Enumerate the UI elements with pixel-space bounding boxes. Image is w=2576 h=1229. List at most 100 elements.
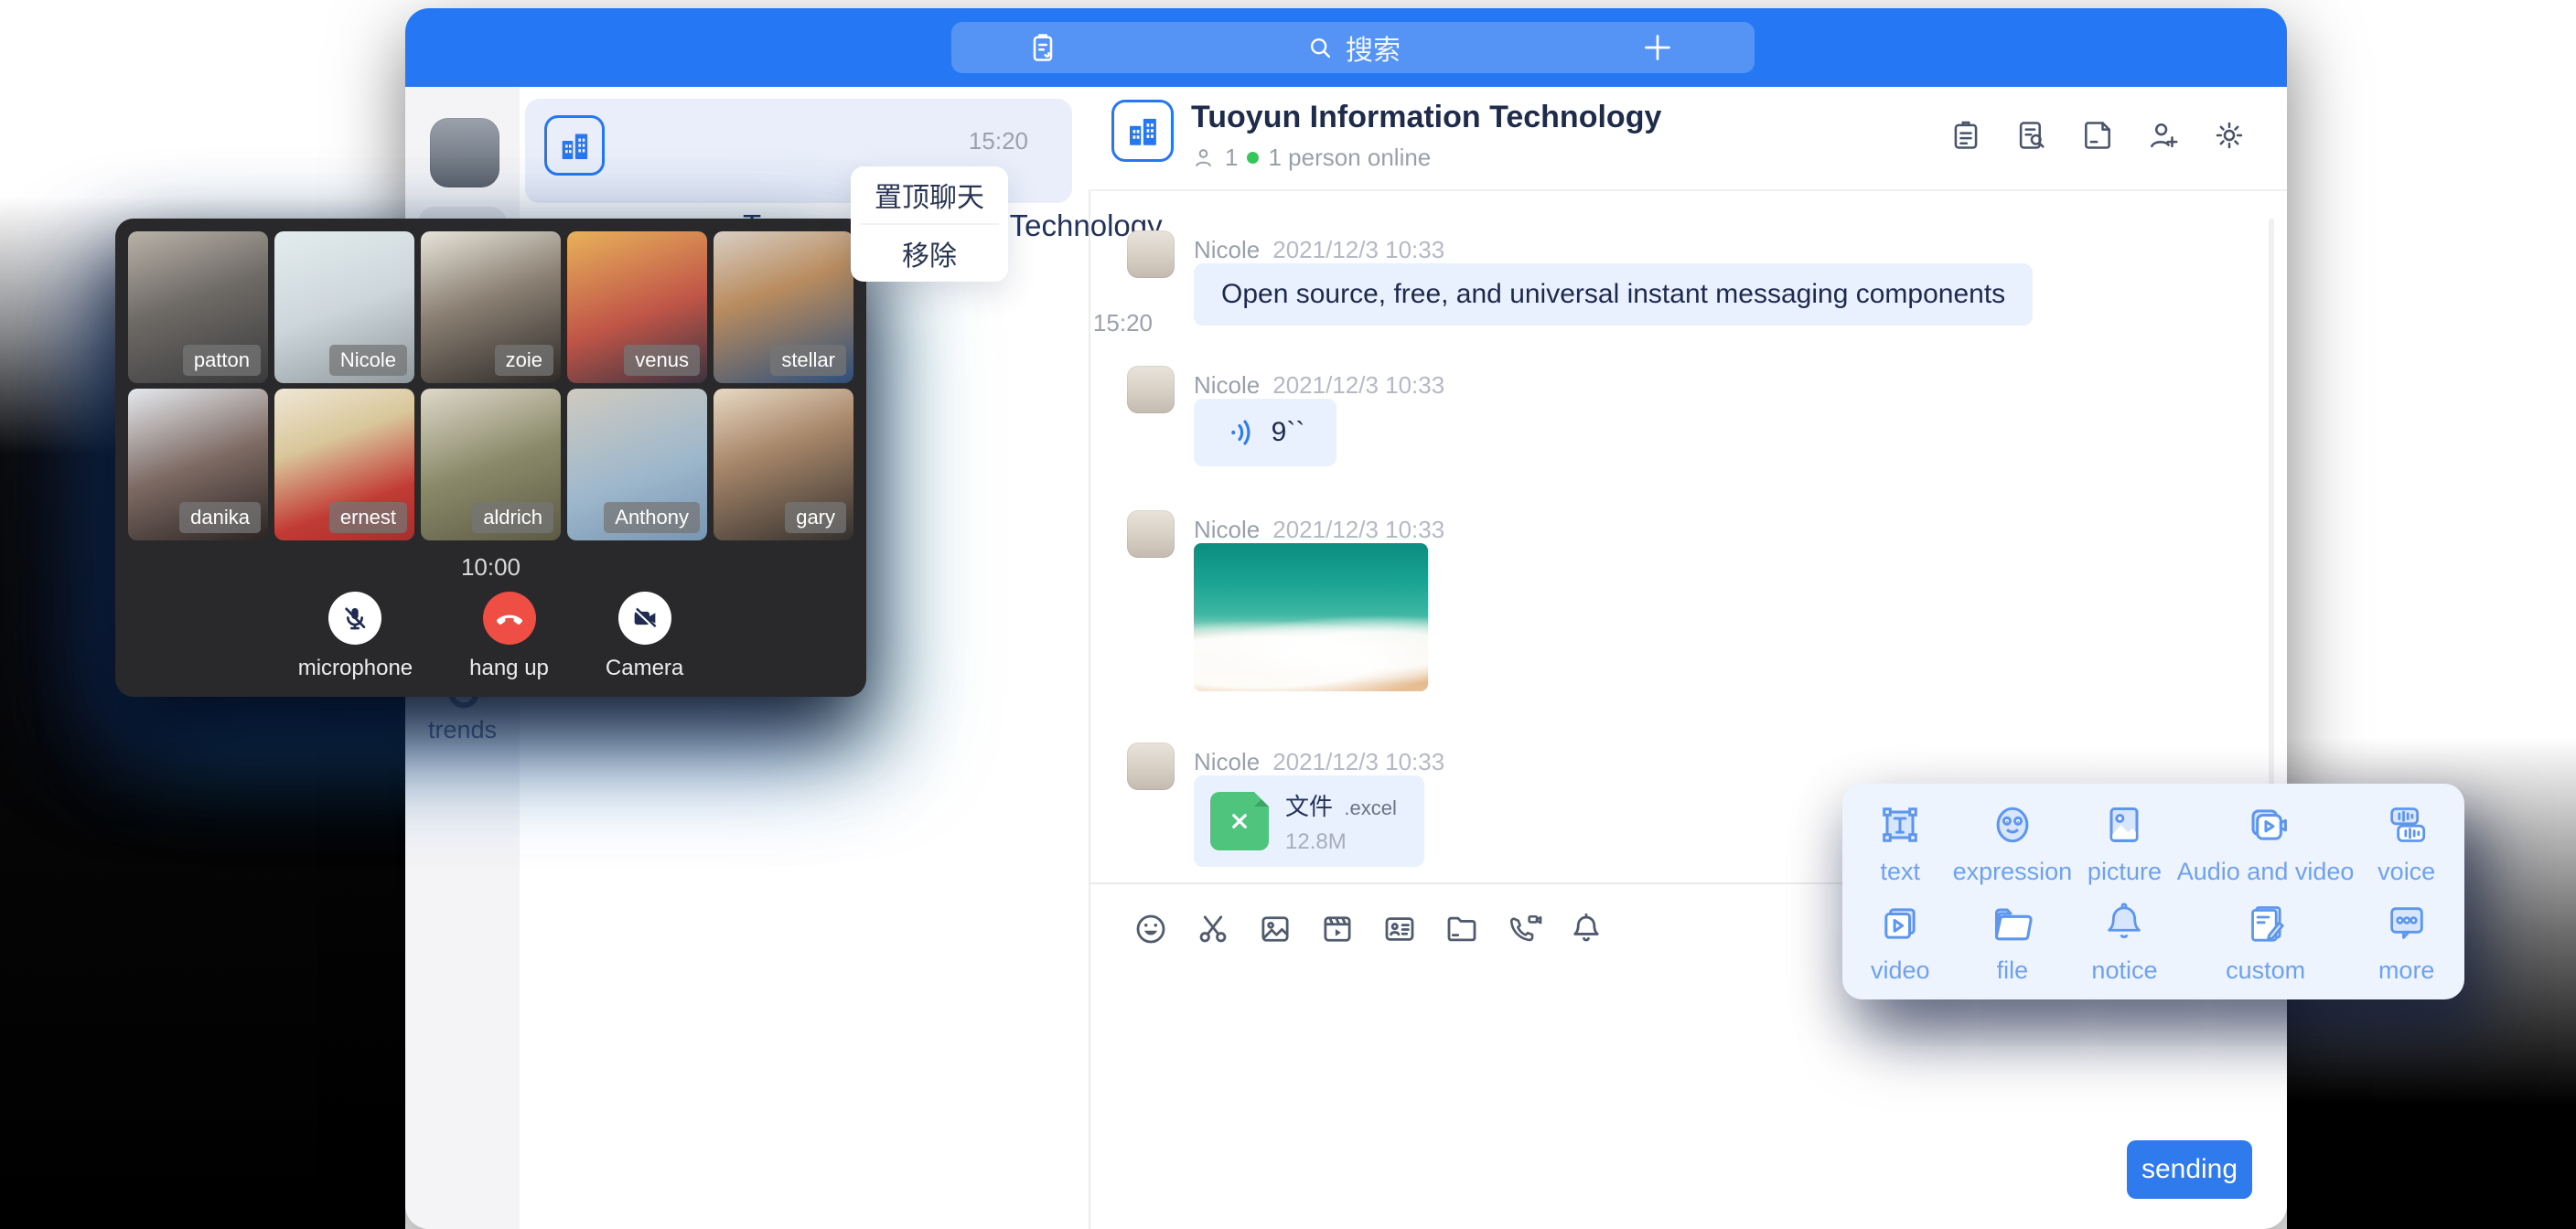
feature-voice[interactable]: voice xyxy=(2354,793,2459,892)
menu-item-pin-chat[interactable]: 置顶聊天 xyxy=(851,166,1008,223)
video-clapper-icon[interactable] xyxy=(1318,910,1357,948)
conversation-context-menu: 置顶聊天 移除 xyxy=(851,166,1008,282)
member-count: 1 xyxy=(1225,144,1238,172)
members-icon xyxy=(1191,145,1216,170)
voice-duration: 9`` xyxy=(1272,417,1305,448)
top-bar: 搜索 xyxy=(405,8,2287,87)
participant-name: Anthony xyxy=(604,502,700,533)
video-call-panel: patton Nicole zoie venus stellar danika … xyxy=(115,219,866,697)
bell-blue-icon xyxy=(2098,898,2150,949)
add-icon[interactable] xyxy=(1639,29,1676,66)
file-message-card[interactable]: 文件 .excel 12.8M xyxy=(1194,775,1424,867)
chat-header-actions xyxy=(1948,118,2247,153)
sender-avatar[interactable] xyxy=(1127,510,1175,558)
sender-name: Nicole xyxy=(1194,516,1260,543)
composer-toolbar xyxy=(1132,910,1605,948)
message-timestamp: 2021/12/3 10:33 xyxy=(1272,236,1444,263)
chat-meta: 1 1 person online xyxy=(1191,144,1431,172)
sidebar-item-trends-label[interactable]: trends xyxy=(405,716,520,744)
group-notice-icon[interactable] xyxy=(1948,118,1983,153)
search-icon xyxy=(1305,33,1335,62)
picture-icon[interactable] xyxy=(1256,910,1294,948)
feature-expression[interactable]: expression xyxy=(1953,793,2073,892)
settings-gear-icon[interactable] xyxy=(2212,118,2247,153)
video-play-icon xyxy=(1874,898,1926,949)
send-button[interactable]: sending xyxy=(2127,1140,2252,1199)
participant-tile: danika xyxy=(128,389,268,540)
image-message-thumbnail[interactable] xyxy=(1194,543,1428,691)
conversation-time: 15:20 xyxy=(969,127,1028,155)
participant-tile: aldrich xyxy=(421,389,561,540)
participant-tile: stellar xyxy=(714,231,853,383)
online-dot xyxy=(1247,152,1259,164)
notice-bell-icon[interactable] xyxy=(1567,910,1605,948)
feature-audio-video[interactable]: Audio and video xyxy=(2177,793,2355,892)
participant-tile: Anthony xyxy=(567,389,707,540)
chat-title: Tuoyun Information Technology xyxy=(1191,100,1661,135)
messages-scrollbar[interactable] xyxy=(2269,219,2274,859)
sender-avatar[interactable] xyxy=(1127,366,1175,413)
camera-off-button[interactable] xyxy=(618,592,671,645)
page: 搜索 trends xyxy=(0,0,2576,1229)
voice-bubbles-icon xyxy=(2381,799,2432,850)
page-background-right xyxy=(2287,0,2576,1229)
file-size: 12.8M xyxy=(1285,829,1397,855)
sender-avatar[interactable] xyxy=(1127,743,1175,790)
participant-name: venus xyxy=(624,345,700,376)
feature-notice[interactable]: notice xyxy=(2072,892,2177,990)
sender-name: Nicole xyxy=(1194,236,1260,263)
participant-name: gary xyxy=(785,502,846,533)
contact-card-icon[interactable] xyxy=(1380,910,1419,948)
participant-name: aldrich xyxy=(472,502,553,533)
feature-video[interactable]: video xyxy=(1848,892,1953,990)
emoji-icon[interactable] xyxy=(1132,910,1170,948)
participant-name: zoie xyxy=(495,345,553,376)
participant-name: ernest xyxy=(329,502,407,533)
call-controls: microphone hang up xyxy=(115,592,866,681)
chat-header: Tuoyun Information Technology 1 1 person… xyxy=(1089,87,2287,191)
participant-tile: patton xyxy=(128,231,268,383)
audio-video-icon xyxy=(2240,799,2292,850)
add-member-icon[interactable] xyxy=(2146,118,2181,153)
message-bubble[interactable]: Open source, free, and universal instant… xyxy=(1194,263,2033,326)
participant-tile: Nicole xyxy=(274,231,414,383)
online-status: 1 person online xyxy=(1268,144,1431,172)
excel-file-icon xyxy=(1210,792,1269,850)
custom-edit-icon xyxy=(2240,898,2292,949)
participant-tile: zoie xyxy=(421,231,561,383)
participant-tile: venus xyxy=(567,231,707,383)
video-call-icon[interactable] xyxy=(1505,910,1543,948)
text-icon xyxy=(1874,799,1926,850)
sender-name: Nicole xyxy=(1194,371,1260,399)
participant-name: stellar xyxy=(770,345,846,376)
conversation-time: 15:20 xyxy=(1032,309,1153,337)
message-timestamp: 2021/12/3 10:33 xyxy=(1272,371,1444,399)
search-center[interactable]: 搜索 xyxy=(1305,27,1401,68)
hang-up-button[interactable] xyxy=(483,592,536,645)
screenshot-scissors-icon[interactable] xyxy=(1194,910,1232,948)
participant-tile: gary xyxy=(714,389,853,540)
menu-item-remove[interactable]: 移除 xyxy=(851,225,1008,282)
camera-control: Camera xyxy=(606,592,683,681)
sender-avatar[interactable] xyxy=(1127,230,1175,278)
expression-icon xyxy=(1987,799,2038,850)
camera-label: Camera xyxy=(606,656,683,681)
group-avatar-icon xyxy=(1111,100,1174,162)
search-placeholder: 搜索 xyxy=(1346,27,1401,68)
feature-file[interactable]: file xyxy=(1953,892,2073,990)
message-timestamp: 2021/12/3 10:33 xyxy=(1272,748,1444,775)
search-input[interactable]: 搜索 xyxy=(951,22,1755,73)
sender-name: Nicole xyxy=(1194,748,1260,775)
feature-more[interactable]: more xyxy=(2354,892,2459,990)
file-icon[interactable] xyxy=(2080,118,2115,153)
chat-history-search-icon[interactable] xyxy=(2014,118,2049,153)
message-note-icon[interactable] xyxy=(1026,31,1059,64)
feature-picture[interactable]: picture xyxy=(2072,793,2177,892)
feature-text[interactable]: text xyxy=(1848,793,1953,892)
feature-custom[interactable]: custom xyxy=(2177,892,2355,990)
mic-off-button[interactable] xyxy=(328,592,381,645)
user-avatar[interactable] xyxy=(430,118,499,187)
voice-message-bubble[interactable]: 9`` xyxy=(1194,399,1336,466)
file-folder-icon[interactable] xyxy=(1443,910,1481,948)
participant-grid: patton Nicole zoie venus stellar danika … xyxy=(128,231,853,540)
